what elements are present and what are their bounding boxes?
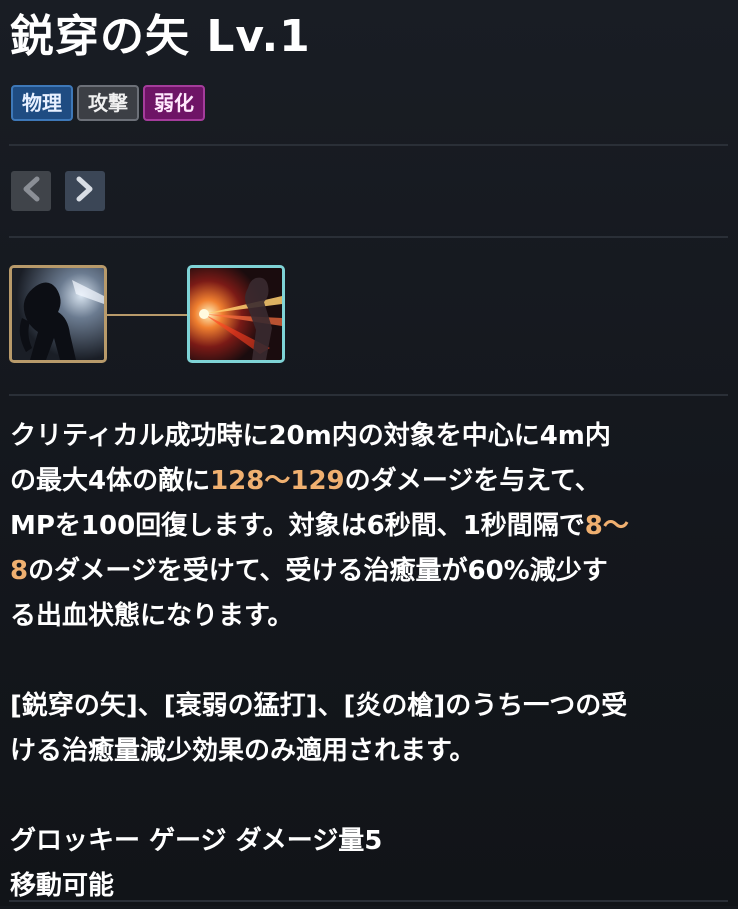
mobility-status: 移動可能 (10, 871, 115, 901)
skill-nav (11, 171, 105, 211)
description-line: [鋭穿の矢]、[衰弱の猛打]、[炎の槍]のうち一つの受 (10, 691, 628, 721)
description-line: MPを100回復します。対象は6秒間、1秒間隔で8〜 (10, 504, 730, 549)
skill-tooltip: 鋭穿の矢 Lv.1 物理 攻撃 弱化 クリティカル成功時に20m内の対象を中心に… (0, 0, 738, 906)
groggy-damage: グロッキー ゲージ ダメージ量5 (10, 826, 383, 856)
prev-skill-button[interactable] (11, 171, 51, 211)
divider (9, 236, 728, 238)
shadow-warrior-skill-icon (12, 268, 104, 360)
chevron-left-icon (20, 176, 42, 206)
skill-tree (9, 265, 289, 368)
skill-node-prerequisite[interactable] (9, 265, 107, 363)
description-line: の最大4体の敵に128〜129のダメージを与えて、 (10, 459, 730, 504)
description-text: の最大4体の敵に (10, 466, 211, 496)
skill-name: 鋭穿の矢 (10, 11, 190, 62)
next-skill-button[interactable] (65, 171, 105, 211)
description-line: ける治癒量減少効果のみ適用されます。 (10, 736, 476, 766)
tag-physical: 物理 (11, 85, 73, 121)
piercing-arrow-skill-icon (190, 268, 282, 360)
skill-title: 鋭穿の矢 Lv.1 (10, 6, 311, 68)
divider (9, 900, 728, 902)
skill-description: クリティカル成功時に20m内の対象を中心に4m内 の最大4体の敵に128〜129… (10, 414, 730, 909)
description-text: のダメージを与えて、 (344, 466, 601, 496)
chevron-right-icon (74, 176, 96, 206)
skill-level: Lv.1 (206, 11, 311, 62)
description-line: クリティカル成功時に20m内の対象を中心に4m内 (10, 421, 611, 451)
skill-tags: 物理 攻撃 弱化 (11, 85, 205, 121)
bleed-value-part: 8 (10, 556, 29, 586)
tag-attack: 攻撃 (77, 85, 139, 121)
bleed-value-part: 8〜 (584, 511, 629, 541)
divider (9, 394, 728, 396)
divider (9, 144, 728, 146)
description-text: MPを100回復します。対象は6秒間、1秒間隔で (10, 511, 585, 541)
description-line: 8のダメージを受けて、受ける治癒量が60%減少す (10, 549, 730, 594)
tag-debuff: 弱化 (143, 85, 205, 121)
description-line: る出血状態になります。 (10, 601, 294, 631)
skill-node-connector (107, 314, 187, 316)
description-text: のダメージを受けて、受ける治癒量が60%減少す (28, 556, 608, 586)
damage-value: 128〜129 (210, 466, 345, 496)
skill-node-selected[interactable] (187, 265, 285, 363)
